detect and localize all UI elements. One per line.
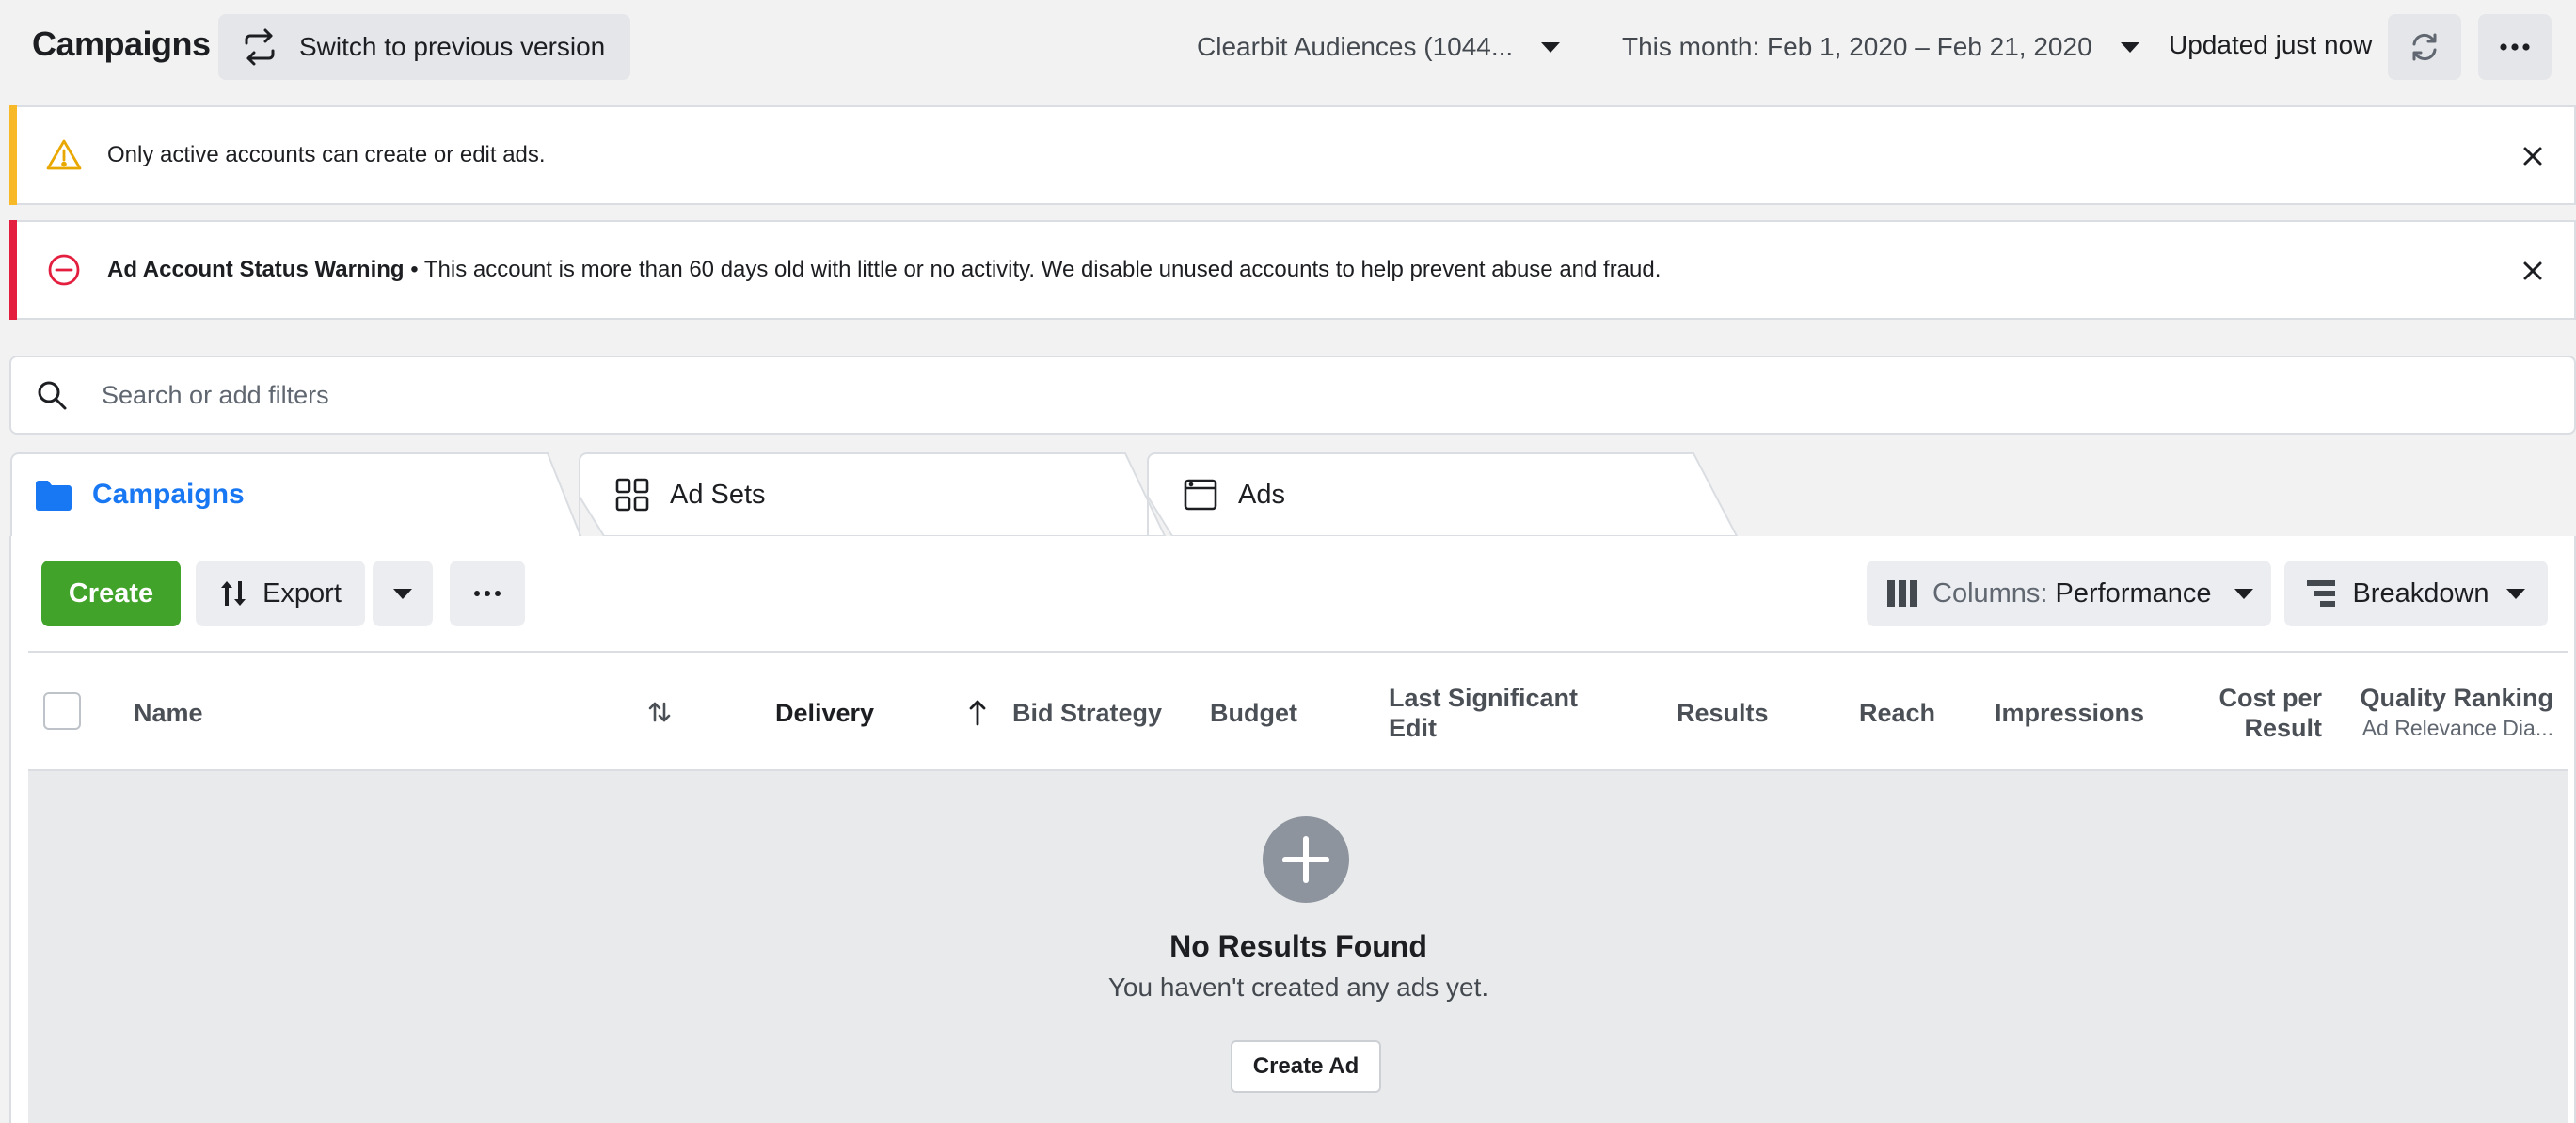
table-header: Name Delivery Bid Strategy Budget Last S… (28, 651, 2568, 771)
empty-state-subtitle: You haven't created any ads yet. (1107, 973, 1489, 1002)
sort-toggle-icon[interactable] (647, 700, 672, 724)
header-line: Quality Ranking (2360, 684, 2553, 712)
caret-down-icon (2120, 41, 2139, 53)
level-tabs: Campaigns Ad Sets Ads (9, 451, 2576, 538)
table-toolbar: Create Export Columns: Performance Break… (11, 536, 2574, 649)
columns-value: Performance (2055, 577, 2212, 609)
more-options-button[interactable] (2478, 14, 2552, 80)
tab-label: Campaigns (92, 479, 245, 510)
error-accent-bar (9, 220, 17, 320)
tab-ads[interactable]: Ads (1146, 451, 1748, 538)
ad-window-icon (1184, 478, 1217, 512)
search-icon (36, 379, 68, 411)
date-range-label: This month: Feb 1, 2020 – Feb 21, 2020 (1622, 32, 2092, 61)
caret-down-icon (2505, 588, 2525, 599)
account-status-notice: Ad Account Status Warning • This account… (9, 220, 2576, 320)
no-entry-icon (45, 251, 83, 289)
export-button[interactable]: Export (196, 561, 365, 626)
export-label: Export (262, 577, 342, 609)
close-icon[interactable] (2518, 141, 2548, 171)
export-arrows-icon (219, 579, 247, 608)
folder-icon (36, 479, 72, 511)
breakdown-label: Breakdown (2352, 577, 2489, 609)
empty-state-title: No Results Found (1169, 929, 1427, 963)
refresh-icon (2409, 31, 2441, 63)
columns-prefix: Columns: (1932, 577, 2048, 609)
warning-accent-bar (9, 105, 17, 205)
notice-text: Only active accounts can create or edit … (107, 142, 546, 167)
caret-down-icon (1541, 41, 1561, 53)
close-icon[interactable] (2518, 256, 2548, 286)
tab-campaigns[interactable]: Campaigns (9, 451, 583, 538)
date-range-selector[interactable]: This month: Feb 1, 2020 – Feb 21, 2020 (1622, 21, 2139, 73)
tab-label: Ad Sets (670, 479, 766, 510)
column-header-name[interactable]: Name (134, 698, 203, 728)
switch-version-button[interactable]: Switch to previous version (218, 14, 630, 80)
inactive-account-notice: Only active accounts can create or edit … (9, 105, 2576, 205)
column-header-delivery[interactable]: Delivery (775, 698, 874, 728)
empty-state: No Results Found You haven't created any… (28, 771, 2568, 1123)
grid-icon (615, 478, 649, 512)
search-bar (9, 356, 2576, 435)
header-subline: Ad Relevance Dia... (2361, 716, 2553, 740)
column-header-budget[interactable]: Budget (1210, 698, 1297, 728)
column-header-results[interactable]: Results (1677, 698, 1769, 728)
toolbar-more-button[interactable] (450, 561, 525, 626)
more-dots-icon (473, 590, 501, 597)
header-line: Cost per (2218, 684, 2322, 712)
breakdown-icon (2307, 580, 2336, 607)
caret-down-icon (393, 588, 412, 599)
warning-triangle-icon (45, 136, 83, 174)
create-button[interactable]: Create (41, 561, 181, 626)
column-header-bid-strategy[interactable]: Bid Strategy (1012, 698, 1162, 728)
header-line: Result (2244, 714, 2322, 742)
columns-icon (1887, 580, 1917, 607)
breakdown-selector[interactable]: Breakdown (2284, 561, 2548, 626)
notice-body: • This account is more than 60 days old … (404, 257, 1662, 282)
tab-ad-sets[interactable]: Ad Sets (578, 451, 1180, 538)
campaigns-panel: Create Export Columns: Performance Break… (9, 536, 2576, 1123)
select-all-checkbox[interactable] (43, 692, 81, 730)
header-line: Edit (1389, 714, 1437, 742)
export-dropdown-button[interactable] (373, 561, 433, 626)
sort-ascending-icon[interactable] (967, 698, 988, 726)
column-header-impressions[interactable]: Impressions (1995, 698, 2144, 728)
caret-down-icon (2234, 588, 2253, 599)
refresh-button[interactable] (2388, 14, 2461, 80)
notice-text: Ad Account Status Warning • This account… (107, 257, 1661, 283)
plus-circle-icon (1263, 816, 1349, 903)
create-ad-button[interactable]: Create Ad (1231, 1040, 1381, 1093)
column-header-reach[interactable]: Reach (1859, 698, 1935, 728)
more-dots-icon (2499, 42, 2531, 52)
column-header-quality-ranking[interactable]: Quality Ranking Ad Relevance Dia... (2343, 683, 2553, 743)
search-input[interactable] (102, 380, 2454, 410)
notice-title: Ad Account Status Warning (107, 257, 405, 282)
top-header: Campaigns Switch to previous version Cle… (0, 0, 2576, 94)
tab-label: Ads (1238, 479, 1285, 510)
swap-arrows-icon (241, 28, 278, 66)
account-selector[interactable]: Clearbit Audiences (1044... (1197, 21, 1561, 73)
columns-selector[interactable]: Columns: Performance (1867, 561, 2271, 626)
account-label: Clearbit Audiences (1044... (1197, 32, 1514, 61)
column-header-cost-per-result[interactable]: Cost per Result (2173, 683, 2322, 743)
updated-status: Updated just now (2169, 30, 2373, 59)
switch-version-label: Switch to previous version (299, 32, 606, 61)
column-header-last-edit[interactable]: Last Significant Edit (1389, 683, 1578, 743)
header-line: Last Significant (1389, 684, 1579, 712)
page-title: Campaigns (32, 24, 211, 63)
